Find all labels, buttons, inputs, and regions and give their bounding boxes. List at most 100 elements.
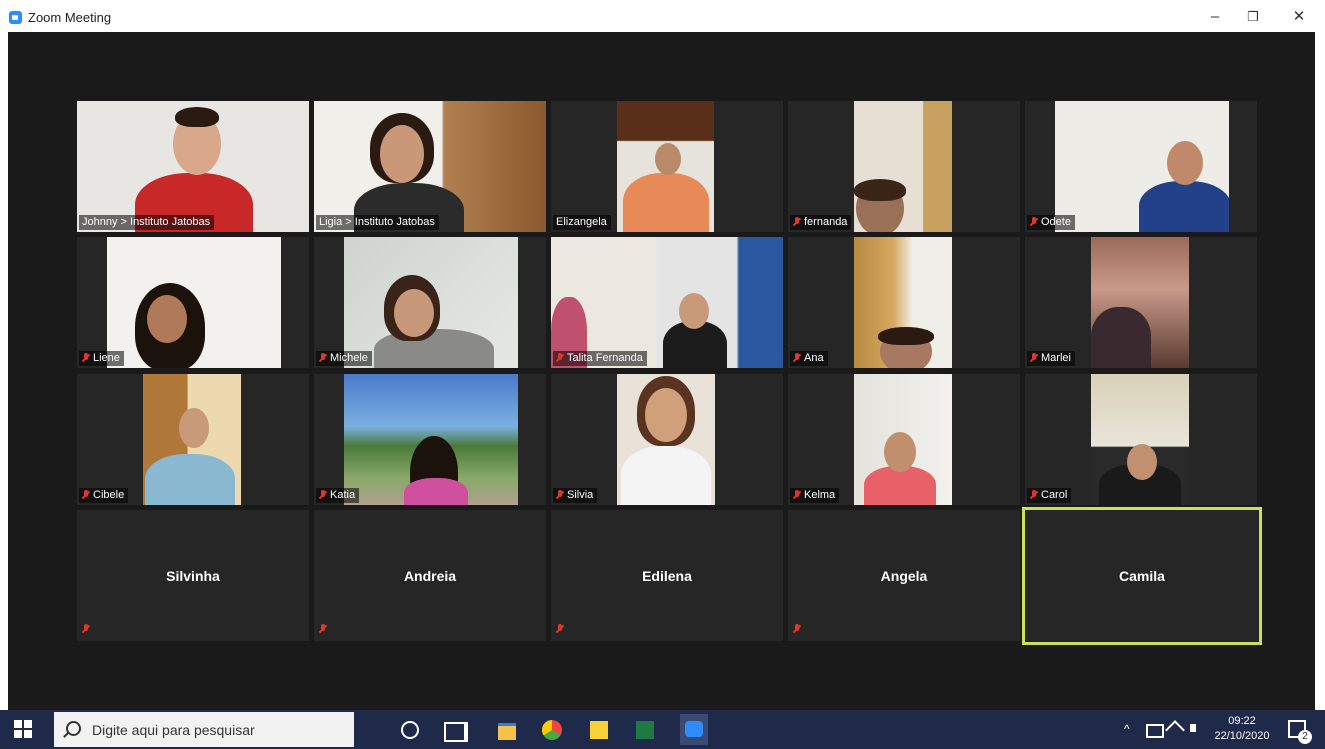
tray-chevron-icon[interactable]: ^ — [1124, 722, 1130, 736]
search-placeholder: Digite aqui para pesquisar — [92, 722, 255, 738]
network-icon[interactable] — [1146, 724, 1164, 738]
participant-video — [1091, 237, 1189, 368]
minimize-button[interactable]: – — [1200, 6, 1230, 28]
start-logo-pane — [24, 730, 32, 738]
clock-date: 22/10/2020 — [1214, 730, 1270, 742]
participant-tile[interactable]: Andreia — [314, 510, 546, 641]
participant-name-tag: Ana — [790, 351, 828, 366]
participant-video — [107, 237, 281, 368]
muted-mic-icon — [793, 353, 801, 364]
pen-icon[interactable] — [1165, 720, 1185, 740]
participant-video — [854, 101, 952, 232]
participant-name-tag: fernanda — [790, 215, 852, 230]
muted-mic-icon — [793, 490, 801, 501]
participant-name: Elizangela — [556, 216, 607, 228]
participant-tile[interactable]: Elizangela — [551, 101, 783, 232]
participant-tile[interactable]: Angela — [788, 510, 1020, 641]
participant-tile[interactable]: Edilena — [551, 510, 783, 641]
close-button[interactable]: ✕ — [1284, 6, 1314, 28]
participant-tile[interactable]: Michele — [314, 237, 546, 368]
active-speaker-tile[interactable]: Camila — [1022, 507, 1262, 645]
muted-mic-icon — [82, 353, 90, 364]
sticky-notes-icon[interactable] — [590, 721, 608, 739]
muted-mic-icon — [82, 490, 90, 501]
muted-mic-icon — [793, 624, 801, 635]
zoom-app-icon — [9, 11, 22, 24]
participant-tile[interactable]: Talita Fernanda — [551, 237, 783, 368]
participant-name: Marlei — [1041, 352, 1071, 364]
participant-name: Katia — [330, 489, 356, 501]
muted-mic-icon — [556, 624, 564, 635]
participant-name-tag: Elizangela — [553, 215, 611, 230]
title-bar: Zoom Meeting – ❐ ✕ — [0, 0, 1325, 32]
windows-taskbar: Digite aqui para pesquisar ^ 09:22 22/10… — [0, 710, 1325, 749]
participant-tile[interactable]: Cibele — [77, 374, 309, 505]
participant-name: Camila — [1119, 568, 1165, 584]
participant-video — [854, 374, 952, 505]
participant-video — [344, 374, 518, 505]
participant-name: fernanda — [804, 216, 848, 228]
muted-mic-icon — [556, 353, 564, 364]
participant-video — [1091, 374, 1189, 505]
participant-name-tag: Cibele — [79, 488, 129, 503]
taskbar-search-box[interactable]: Digite aqui para pesquisar — [54, 712, 354, 747]
search-icon — [66, 721, 81, 736]
participant-tile[interactable]: Katia — [314, 374, 546, 505]
participant-video — [77, 101, 309, 232]
notification-count: 2 — [1298, 730, 1312, 744]
notification-center-icon[interactable]: 2 — [1288, 720, 1312, 744]
participant-tile[interactable]: Silvia — [551, 374, 783, 505]
excel-icon[interactable] — [636, 721, 654, 739]
maximize-button[interactable]: ❐ — [1238, 6, 1268, 28]
clock-time: 09:22 — [1228, 715, 1256, 727]
participant-video — [1055, 101, 1229, 232]
volume-icon[interactable] — [1190, 724, 1196, 732]
muted-mic-icon — [1030, 217, 1038, 228]
participant-video — [854, 237, 952, 368]
task-view-icon[interactable] — [444, 722, 468, 742]
muted-mic-icon — [1030, 353, 1038, 364]
file-explorer-icon[interactable] — [498, 723, 516, 740]
participant-tile[interactable]: Silvinha — [77, 510, 309, 641]
participant-tile[interactable]: fernanda — [788, 101, 1020, 232]
chrome-icon[interactable] — [542, 720, 562, 740]
participant-name: Michele — [330, 352, 368, 364]
participant-tile[interactable]: Odete — [1025, 101, 1257, 232]
participant-tile[interactable]: Ana — [788, 237, 1020, 368]
participant-name-tag: Silvia — [553, 488, 598, 503]
start-logo-pane — [14, 730, 22, 738]
participant-video — [551, 237, 783, 368]
participant-tile[interactable]: Ligia > Instituto Jatobas — [314, 101, 546, 232]
participant-name: Angela — [880, 567, 928, 584]
participant-name: Edilena — [642, 567, 692, 584]
muted-mic-icon — [793, 217, 801, 228]
participant-video — [314, 101, 546, 232]
participant-tile[interactable]: Carol — [1025, 374, 1257, 505]
start-logo-pane — [24, 720, 32, 728]
participant-tile[interactable]: Marlei — [1025, 237, 1257, 368]
muted-mic-icon — [556, 490, 564, 501]
zoom-taskbar-button[interactable] — [680, 714, 708, 745]
muted-mic-icon — [319, 490, 327, 501]
system-clock[interactable]: 09:22 22/10/2020 — [1210, 714, 1274, 744]
participant-name-tag: Marlei — [1027, 351, 1075, 366]
muted-mic-icon — [319, 624, 327, 635]
participant-video — [344, 237, 518, 368]
participant-name: Talita Fernanda — [567, 352, 643, 364]
cortana-icon[interactable] — [401, 721, 419, 739]
window-title: Zoom Meeting — [28, 10, 112, 25]
participant-video — [143, 374, 241, 505]
participant-tile[interactable]: Kelma — [788, 374, 1020, 505]
participant-name: Silvia — [567, 489, 594, 501]
participant-tile[interactable]: Liene — [77, 237, 309, 368]
participant-video — [617, 101, 714, 232]
participant-name: Andreia — [403, 567, 457, 584]
participant-name-tag: Katia — [316, 488, 360, 503]
participant-name-tag: Carol — [1027, 488, 1072, 503]
participant-name: Carol — [1041, 489, 1068, 501]
participant-name-tag: Kelma — [790, 488, 840, 503]
start-logo-pane — [14, 720, 22, 728]
windows-start-button[interactable] — [14, 720, 34, 740]
participant-name-tag: Talita Fernanda — [553, 351, 647, 366]
participant-tile[interactable]: Johnny > Instituto Jatobas — [77, 101, 309, 232]
